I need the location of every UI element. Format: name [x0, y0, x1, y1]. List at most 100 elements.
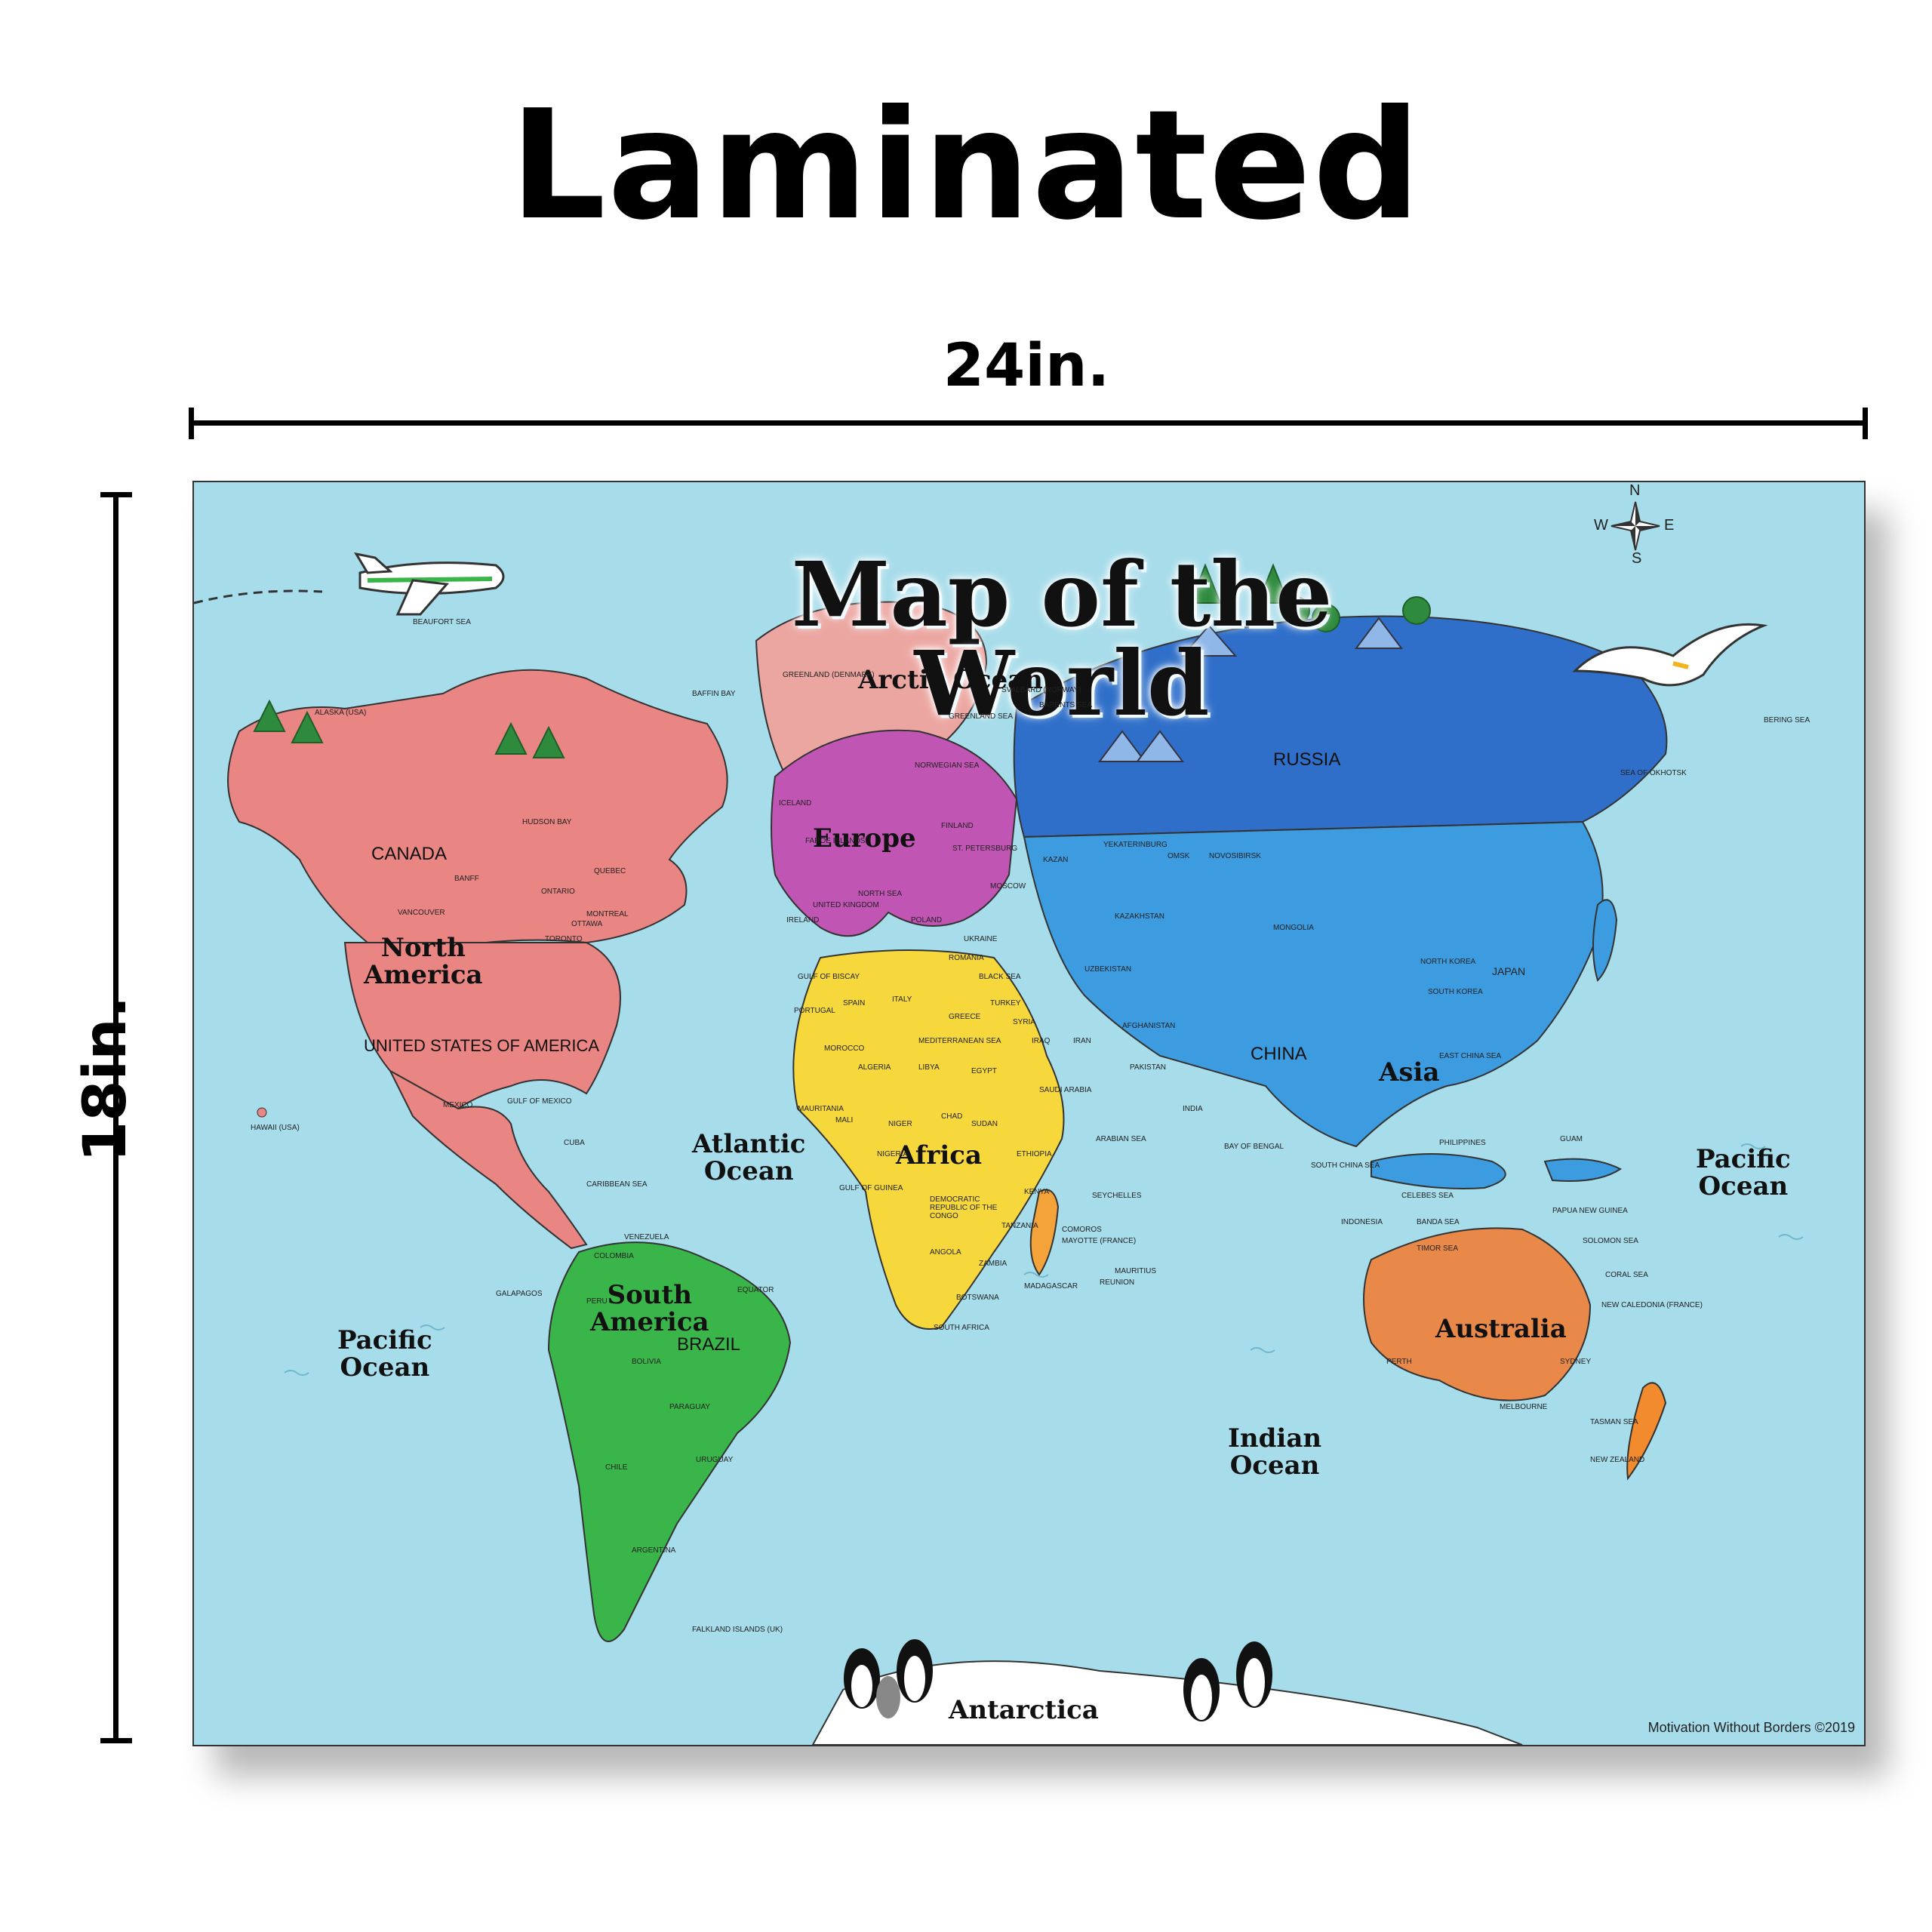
continent-africa: Africa	[896, 1140, 982, 1171]
label-philippines: PHILIPPINES	[1439, 1139, 1486, 1147]
label-tanzania: TANZANIA	[1001, 1222, 1038, 1230]
label-toronto: TORONTO	[545, 935, 583, 943]
label-yekaterinburg: YEKATERINBURG	[1103, 841, 1168, 849]
continent-south-america: South America	[590, 1280, 709, 1337]
new-zealand-landmass	[1626, 1382, 1667, 1481]
height-dimension-cap-bottom	[100, 1738, 132, 1743]
label-hawaii: HAWAII (USA)	[251, 1124, 300, 1132]
label-coral-sea: CORAL SEA	[1605, 1271, 1648, 1279]
label-timor-sea: TIMOR SEA	[1417, 1244, 1459, 1253]
label-caribbean-sea: CARIBBEAN SEA	[586, 1180, 648, 1189]
label-barents-sea: BARENTS SEA	[1039, 701, 1093, 709]
label-libya: LIBYA	[918, 1063, 940, 1072]
label-svalbard: SVALBARD (NORWAY)	[1001, 686, 1081, 694]
label-united-kingdom: UNITED KINGDOM	[813, 901, 879, 909]
ocean-pacific-east: Pacific Ocean	[1696, 1144, 1791, 1201]
label-equator: EQUATOR	[737, 1286, 774, 1294]
country-usa: UNITED STATES OF AMERICA	[364, 1036, 600, 1055]
ocean-atlantic: Atlantic Ocean	[692, 1129, 806, 1186]
label-greenland-sea: GREENLAND SEA	[949, 712, 1014, 721]
label-niger: NIGER	[888, 1120, 912, 1128]
label-mali: MALI	[835, 1116, 854, 1124]
label-galapagos: GALAPAGOS	[496, 1290, 543, 1298]
width-dimension-label: 24in.	[943, 332, 1110, 400]
label-novosibirsk: NOVOSIBIRSK	[1209, 852, 1261, 860]
label-botswana: BOTSWANA	[956, 1294, 999, 1302]
label-solomon-sea: SOLOMON SEA	[1583, 1237, 1638, 1245]
label-zambia: ZAMBIA	[979, 1260, 1008, 1268]
label-reunion: REUNION	[1100, 1278, 1135, 1287]
label-arabian-sea: ARABIAN SEA	[1096, 1135, 1146, 1143]
label-ontario: ONTARIO	[541, 888, 575, 896]
label-guam: GUAM	[1560, 1135, 1583, 1143]
label-peru: PERU	[586, 1297, 608, 1306]
continent-asia: Asia	[1379, 1057, 1440, 1088]
label-gulf-of-biscay: GULF OF BISCAY	[798, 973, 860, 981]
continent-australia: Australia	[1435, 1314, 1567, 1344]
country-russia: RUSSIA	[1273, 749, 1341, 770]
label-morocco: MOROCCO	[824, 1044, 865, 1053]
label-angola: ANGOLA	[930, 1248, 961, 1257]
headline: Laminated	[509, 78, 1423, 254]
label-papua: PAPUA NEW GUINEA	[1552, 1207, 1628, 1215]
label-finland: FINLAND	[941, 822, 974, 830]
compass-north-label: N	[1629, 482, 1641, 499]
label-melbourne: MELBOURNE	[1500, 1403, 1548, 1411]
label-hudson-bay: HUDSON BAY	[522, 818, 572, 826]
label-greenland: GREENLAND (DENMARK)	[783, 671, 875, 679]
label-uruguay: URUGUAY	[696, 1456, 734, 1464]
height-dimension-label: 18in.	[72, 995, 140, 1162]
label-perth: PERTH	[1386, 1358, 1412, 1366]
country-china: CHINA	[1251, 1044, 1307, 1064]
label-mongolia: MONGOLIA	[1273, 924, 1314, 932]
country-brazil: BRAZIL	[677, 1334, 741, 1355]
label-north-korea: NORTH KOREA	[1420, 958, 1476, 966]
label-venezuela: VENEZUELA	[624, 1233, 669, 1241]
asia-landmass	[1023, 820, 1604, 1148]
label-mauritania: MAURITANIA	[798, 1105, 844, 1113]
airplane-icon	[353, 552, 505, 616]
label-new-caledonia: NEW CALEDONIA (FRANCE)	[1601, 1301, 1703, 1309]
label-bolivia: BOLIVIA	[632, 1358, 661, 1366]
flight-path	[194, 589, 323, 605]
label-chile: CHILE	[605, 1463, 628, 1472]
label-ottawa: OTTAWA	[571, 920, 603, 928]
world-map-poster: Map of the World N S E W North America S…	[192, 481, 1866, 1746]
label-mayotte: MAYOTTE (FRANCE)	[1062, 1237, 1137, 1245]
label-romania: ROMANIA	[949, 954, 984, 962]
label-omsk: OMSK	[1168, 852, 1190, 860]
label-baffin-bay: BAFFIN BAY	[692, 690, 736, 698]
label-alaska: ALASKA (USA)	[315, 709, 367, 717]
label-montreal: MONTREAL	[586, 910, 629, 918]
width-dimension-cap-left	[189, 408, 194, 439]
label-paraguay: PARAGUAY	[669, 1403, 711, 1411]
label-colombia: COLOMBIA	[594, 1252, 634, 1260]
ocean-indian: Indian Ocean	[1228, 1423, 1322, 1481]
label-east-china-sea: EAST CHINA SEA	[1439, 1052, 1502, 1060]
label-banff: BANFF	[454, 875, 479, 883]
label-india: INDIA	[1183, 1105, 1203, 1113]
label-argentina: ARGENTINA	[632, 1546, 676, 1555]
hawaii-islands	[257, 1107, 267, 1118]
label-sea-of-okhotsk: SEA OF OKHOTSK	[1620, 769, 1687, 777]
label-syria: SYRIA	[1013, 1018, 1036, 1026]
label-algeria: ALGERIA	[858, 1063, 891, 1072]
label-portugal: PORTUGAL	[794, 1007, 835, 1015]
width-dimension-cap-right	[1863, 408, 1868, 439]
label-falkland: FALKLAND ISLANDS (UK)	[692, 1626, 783, 1634]
label-saudi-arabia: SAUDI ARABIA	[1039, 1086, 1092, 1094]
label-comoros: COMOROS	[1062, 1226, 1102, 1234]
label-north-sea: NORTH SEA	[858, 890, 903, 898]
compass-west-label: W	[1594, 517, 1608, 534]
height-dimension-cap-top	[100, 492, 132, 497]
label-indonesia: INDONESIA	[1341, 1218, 1383, 1226]
label-japan: JAPAN	[1492, 965, 1526, 977]
compass-south-label: S	[1632, 550, 1642, 567]
label-chad: CHAD	[941, 1112, 963, 1121]
label-ukraine: UKRAINE	[964, 935, 998, 943]
label-kenya: KENYA	[1024, 1188, 1050, 1196]
label-iraq: IRAQ	[1032, 1037, 1051, 1045]
label-pakistan: PAKISTAN	[1130, 1063, 1166, 1072]
label-quebec: QUEBEC	[594, 867, 626, 875]
label-south-africa: SOUTH AFRICA	[934, 1324, 989, 1332]
